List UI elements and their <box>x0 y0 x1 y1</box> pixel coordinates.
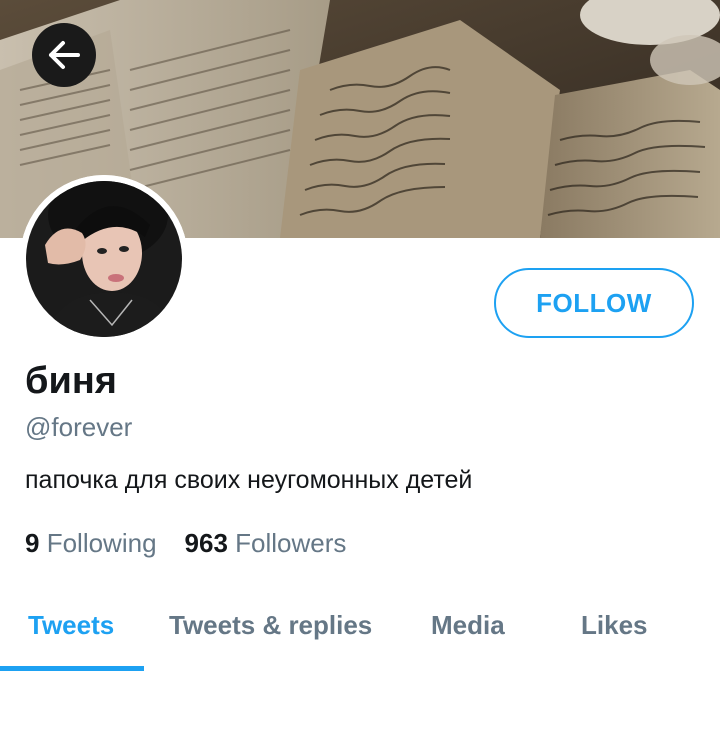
profile-tabs: Tweets Tweets & replies Media Likes <box>0 600 720 672</box>
tab-media[interactable]: Media <box>431 610 505 641</box>
tab-tweets[interactable]: Tweets <box>28 610 114 641</box>
followers-stat[interactable]: 963 Followers <box>185 528 347 559</box>
tab-tweets-replies[interactable]: Tweets & replies <box>169 610 372 641</box>
profile-handle: @forever <box>25 412 133 442</box>
following-count: 9 <box>25 528 40 558</box>
followers-count: 963 <box>184 528 228 558</box>
back-button[interactable] <box>32 23 96 87</box>
arrow-left-icon <box>49 41 80 69</box>
active-tab-indicator <box>0 666 144 671</box>
profile-name: биня <box>25 360 117 402</box>
profile-bio: папочка для своих неугомонных детей <box>25 466 473 494</box>
following-label: Following <box>46 528 157 558</box>
profile-stats: 9 Following 963 Followers <box>25 528 346 559</box>
tab-likes[interactable]: Likes <box>581 610 648 641</box>
following-stat[interactable]: 9 Following <box>25 528 157 559</box>
avatar[interactable] <box>20 175 188 343</box>
avatar-image <box>20 175 188 343</box>
followers-label: Followers <box>235 528 347 558</box>
follow-button[interactable]: FOLLOW <box>494 268 694 338</box>
